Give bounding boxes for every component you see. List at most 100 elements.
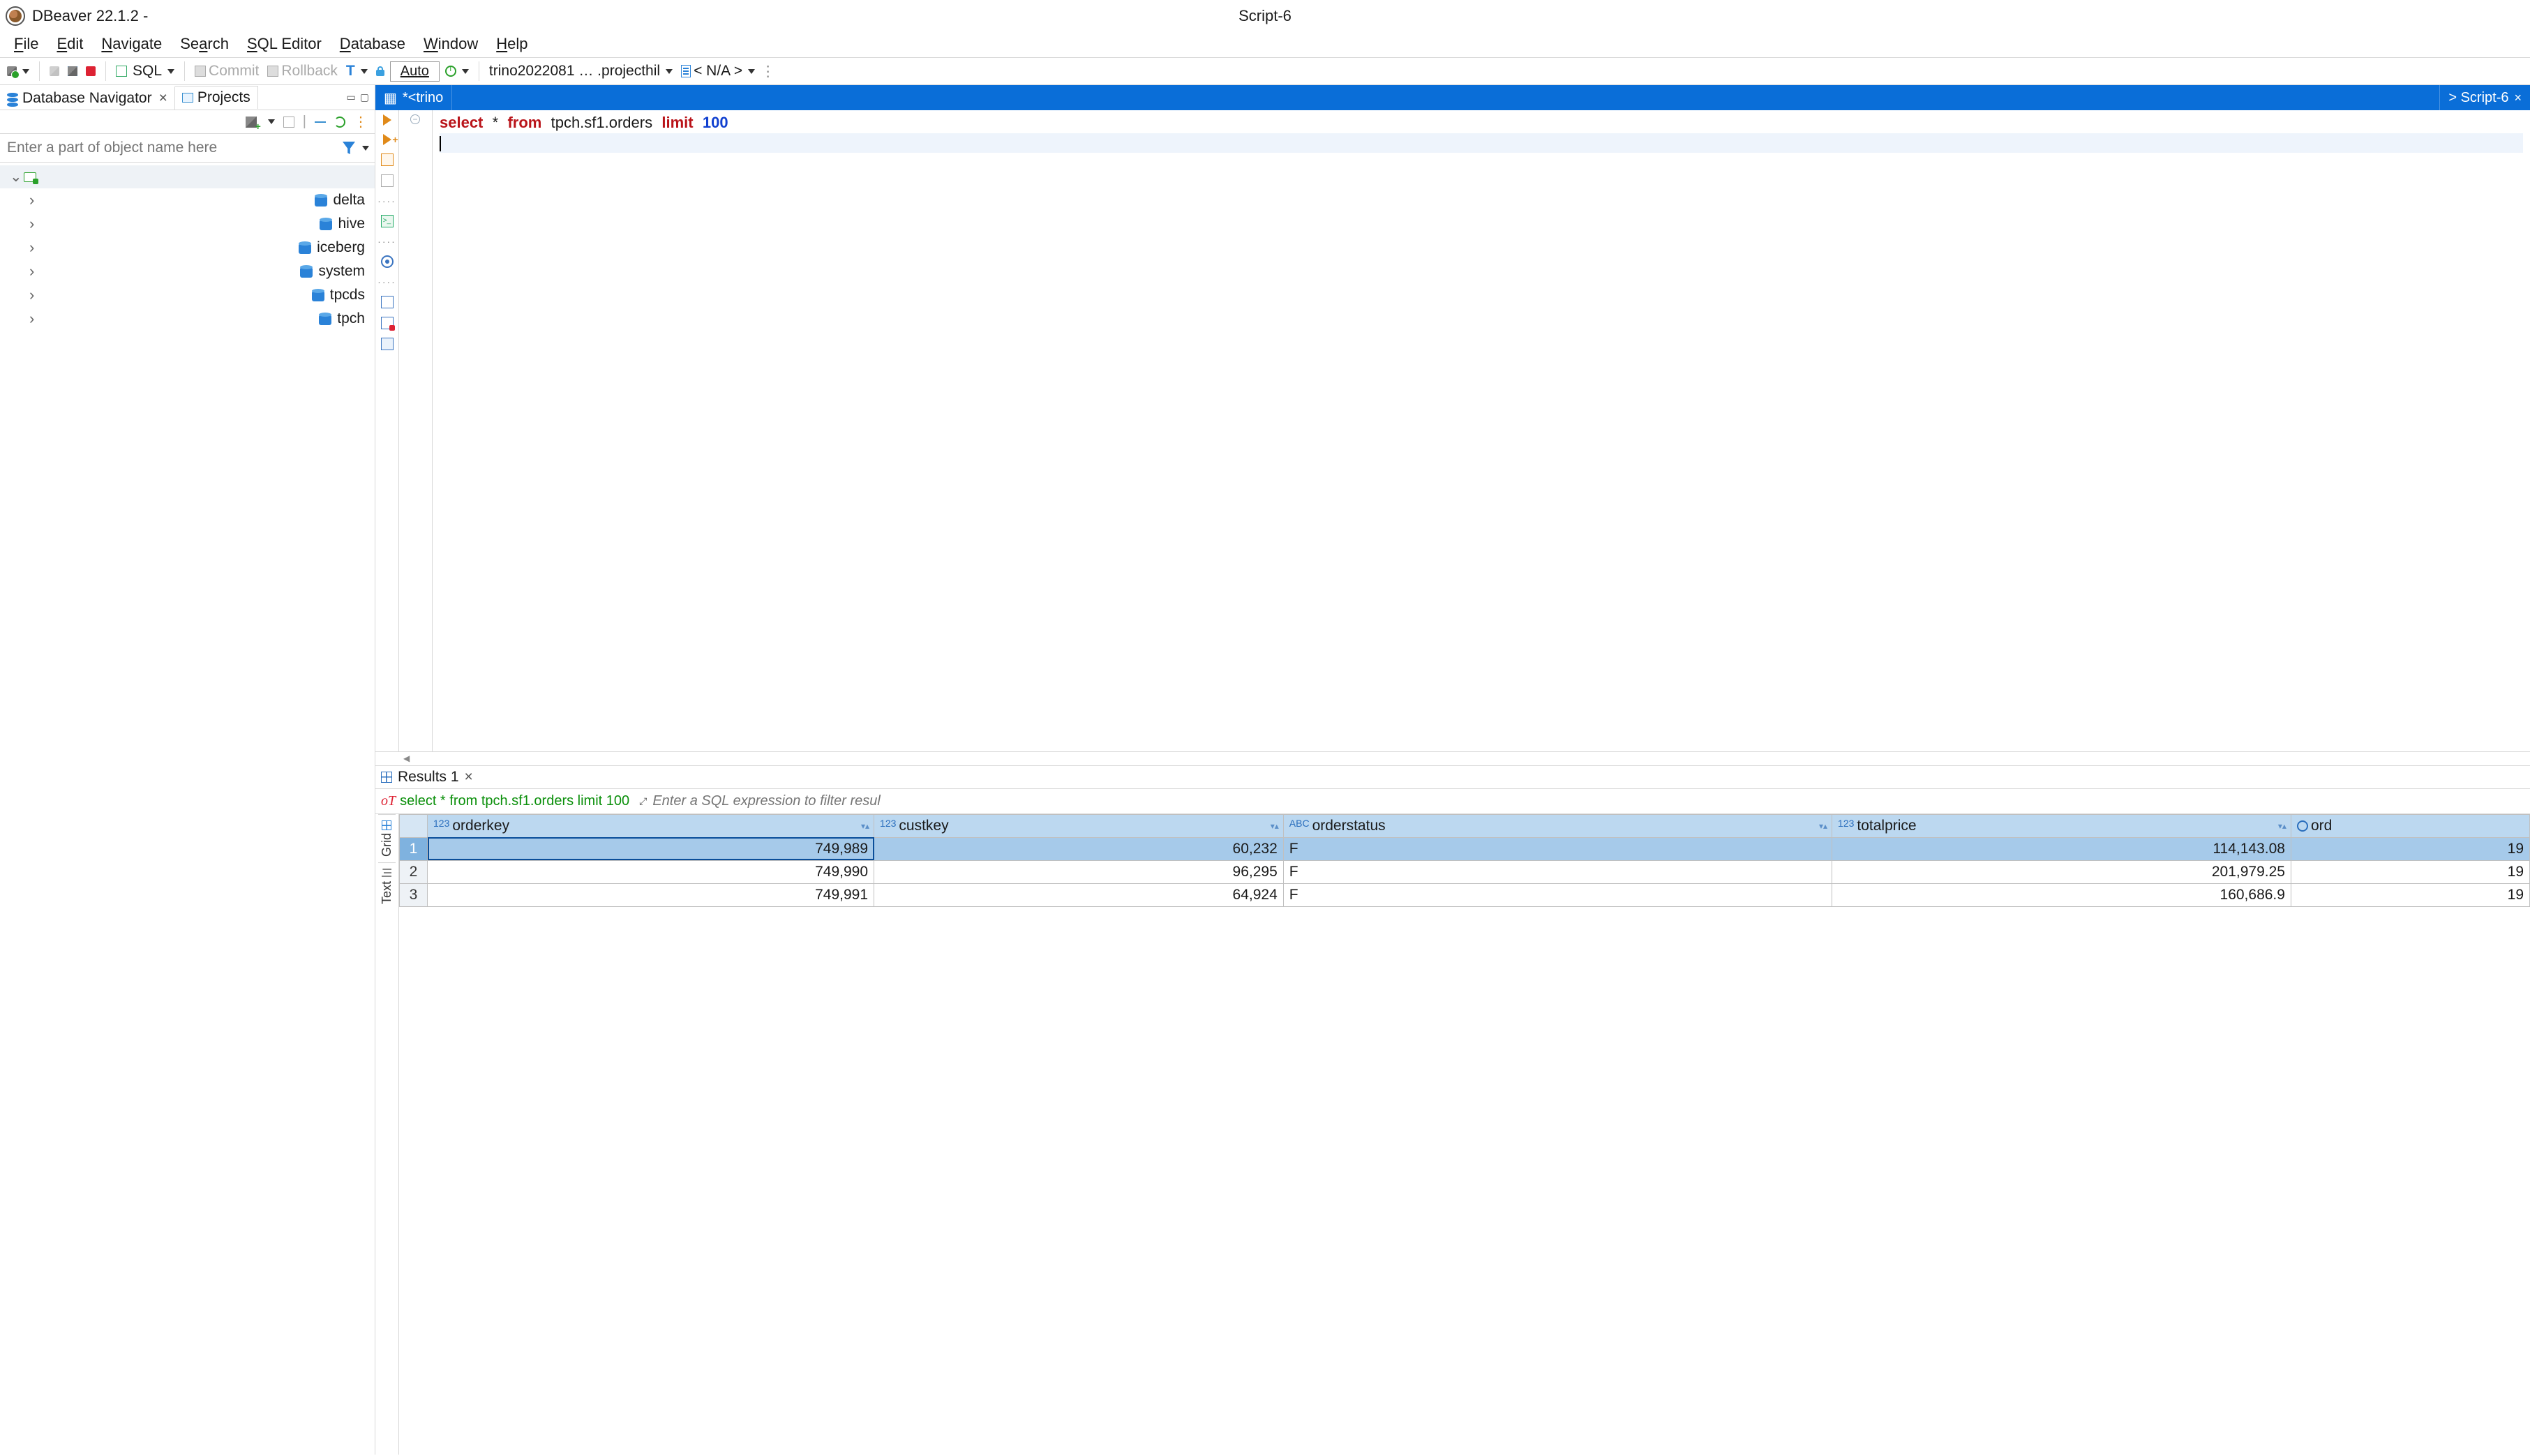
cell[interactable]: 160,686.9 bbox=[1832, 883, 2291, 906]
cell[interactable]: 96,295 bbox=[874, 860, 1284, 883]
chevron-right-icon[interactable] bbox=[29, 215, 314, 233]
col-header-custkey[interactable]: 123custkey▾▴ bbox=[874, 814, 1284, 837]
tree-connection-row[interactable] bbox=[0, 165, 375, 188]
commit-button[interactable]: Commit bbox=[192, 61, 262, 81]
nav-filter-input[interactable] bbox=[0, 134, 338, 162]
close-icon[interactable]: × bbox=[465, 769, 473, 786]
col-header-ord[interactable]: ord bbox=[2291, 814, 2529, 837]
tree-item[interactable]: hive bbox=[0, 212, 375, 236]
sort-icon[interactable]: ▾▴ bbox=[2278, 823, 2286, 830]
collapse-icon[interactable] bbox=[315, 121, 326, 123]
db-tree[interactable]: delta hive iceberg system tpcds tpch bbox=[0, 163, 375, 1455]
menu-edit[interactable]: Edit bbox=[57, 35, 83, 53]
chevron-down-icon[interactable] bbox=[10, 168, 18, 186]
close-icon[interactable]: × bbox=[159, 90, 167, 107]
table-row[interactable]: 1 749,989 60,232 F 114,143.08 19 bbox=[400, 837, 2530, 860]
menu-sql-editor[interactable]: SQL Editor bbox=[247, 35, 322, 53]
execute-new-tab-icon[interactable] bbox=[383, 134, 391, 145]
expand-filter-icon[interactable]: ⤢ bbox=[635, 795, 651, 807]
tx-log-button[interactable] bbox=[442, 64, 472, 78]
rollback-button[interactable]: Rollback bbox=[264, 61, 340, 81]
chevron-right-icon[interactable] bbox=[29, 286, 306, 304]
new-connection-button[interactable] bbox=[4, 65, 32, 77]
menu-window[interactable]: Window bbox=[424, 35, 478, 53]
new-connection-icon[interactable] bbox=[246, 117, 257, 128]
tree-item[interactable]: delta bbox=[0, 188, 375, 212]
execute-script-icon[interactable] bbox=[381, 153, 394, 166]
maximize-view-icon[interactable]: ▢ bbox=[360, 91, 369, 103]
table-row[interactable]: 3 749,991 64,924 F 160,686.9 19 bbox=[400, 883, 2530, 906]
cell[interactable]: 60,232 bbox=[874, 837, 1284, 860]
results-side-tab-grid[interactable]: Grid bbox=[378, 814, 396, 862]
tab-projects[interactable]: Projects bbox=[175, 86, 258, 109]
editor-tab-script[interactable]: > Script-6 × bbox=[2439, 85, 2530, 110]
cell[interactable]: 114,143.08 bbox=[1832, 837, 2291, 860]
cell[interactable]: 64,924 bbox=[874, 883, 1284, 906]
row-number[interactable]: 1 bbox=[400, 837, 428, 860]
sort-icon[interactable]: ▾▴ bbox=[1271, 823, 1279, 830]
schema-combo[interactable]: < N/A > bbox=[678, 61, 758, 81]
tx-mode-button[interactable]: T bbox=[343, 61, 370, 81]
filter-dropdown[interactable] bbox=[362, 146, 369, 151]
tree-item[interactable]: tpch bbox=[0, 307, 375, 331]
cell[interactable]: 19 bbox=[2291, 883, 2529, 906]
col-header-orderkey[interactable]: 123orderkey▾▴ bbox=[428, 814, 874, 837]
tree-item[interactable]: iceberg bbox=[0, 236, 375, 260]
chevron-right-icon[interactable] bbox=[29, 239, 293, 257]
connection-combo[interactable]: trino2022081 … .projecthil bbox=[486, 61, 675, 81]
new-folder-icon[interactable] bbox=[283, 117, 294, 128]
cell[interactable]: F bbox=[1283, 860, 1832, 883]
minimize-view-icon[interactable]: ▭ bbox=[347, 91, 356, 103]
chevron-right-icon[interactable] bbox=[29, 262, 294, 280]
menu-help[interactable]: Help bbox=[496, 35, 527, 53]
menu-navigate[interactable]: Navigate bbox=[101, 35, 162, 53]
tab-db-navigator[interactable]: Database Navigator × bbox=[0, 86, 175, 110]
refresh-icon[interactable] bbox=[334, 117, 345, 128]
settings-icon[interactable] bbox=[381, 255, 394, 268]
explain-plan-icon[interactable] bbox=[381, 174, 394, 187]
lock-icon[interactable] bbox=[373, 65, 387, 77]
link-script-icon[interactable] bbox=[381, 338, 394, 350]
rownum-header[interactable] bbox=[400, 814, 428, 837]
fold-icon[interactable]: − bbox=[410, 114, 420, 124]
reconnect-button[interactable] bbox=[65, 65, 80, 77]
col-header-orderstatus[interactable]: ABCorderstatus▾▴ bbox=[1283, 814, 1832, 837]
table-row[interactable]: 2 749,990 96,295 F 201,979.25 19 bbox=[400, 860, 2530, 883]
cell[interactable]: 19 bbox=[2291, 860, 2529, 883]
results-side-tab-text[interactable]: Text bbox=[378, 862, 396, 910]
cell[interactable]: 749,991 bbox=[428, 883, 874, 906]
menu-file[interactable]: File bbox=[14, 35, 38, 53]
row-number[interactable]: 3 bbox=[400, 883, 428, 906]
load-script-icon[interactable] bbox=[381, 296, 394, 308]
results-tab[interactable]: Results 1 bbox=[398, 769, 459, 786]
sql-editor-button[interactable]: SQL bbox=[113, 61, 177, 81]
tree-item[interactable]: tpcds bbox=[0, 283, 375, 307]
chevron-right-icon[interactable] bbox=[29, 191, 309, 209]
cell[interactable]: F bbox=[1283, 883, 1832, 906]
auto-commit-combo[interactable]: Auto bbox=[390, 61, 440, 82]
cell[interactable]: 749,989 bbox=[428, 837, 874, 860]
row-number[interactable]: 2 bbox=[400, 860, 428, 883]
show-output-icon[interactable] bbox=[381, 215, 394, 227]
cell[interactable]: F bbox=[1283, 837, 1832, 860]
new-connection-dropdown[interactable] bbox=[268, 119, 275, 124]
sort-icon[interactable]: ▾▴ bbox=[861, 823, 869, 830]
editor-hscroll[interactable] bbox=[375, 751, 2530, 765]
results-grid[interactable]: 123orderkey▾▴ 123custkey▾▴ ABCorderstatu… bbox=[399, 814, 2530, 1455]
sql-editor[interactable]: select * from tpch.sf1.orders limit 100 bbox=[433, 110, 2530, 751]
tree-item[interactable]: system bbox=[0, 260, 375, 283]
filter-icon[interactable] bbox=[343, 142, 355, 154]
execute-icon[interactable] bbox=[383, 114, 391, 126]
menu-database[interactable]: Database bbox=[340, 35, 405, 53]
save-script-icon[interactable] bbox=[381, 317, 394, 329]
sort-icon[interactable]: ▾▴ bbox=[1819, 823, 1827, 830]
chevron-right-icon[interactable] bbox=[29, 310, 313, 328]
editor-tab-connection[interactable]: ▦ *<trino bbox=[375, 85, 452, 110]
results-filter-input[interactable] bbox=[651, 793, 2530, 810]
cell[interactable]: 19 bbox=[2291, 837, 2529, 860]
cell[interactable]: 749,990 bbox=[428, 860, 874, 883]
link-editor-icon[interactable]: ⋮ bbox=[354, 113, 368, 130]
menu-search[interactable]: Search bbox=[180, 35, 229, 53]
cell[interactable]: 201,979.25 bbox=[1832, 860, 2291, 883]
disconnect-button[interactable] bbox=[83, 65, 98, 77]
